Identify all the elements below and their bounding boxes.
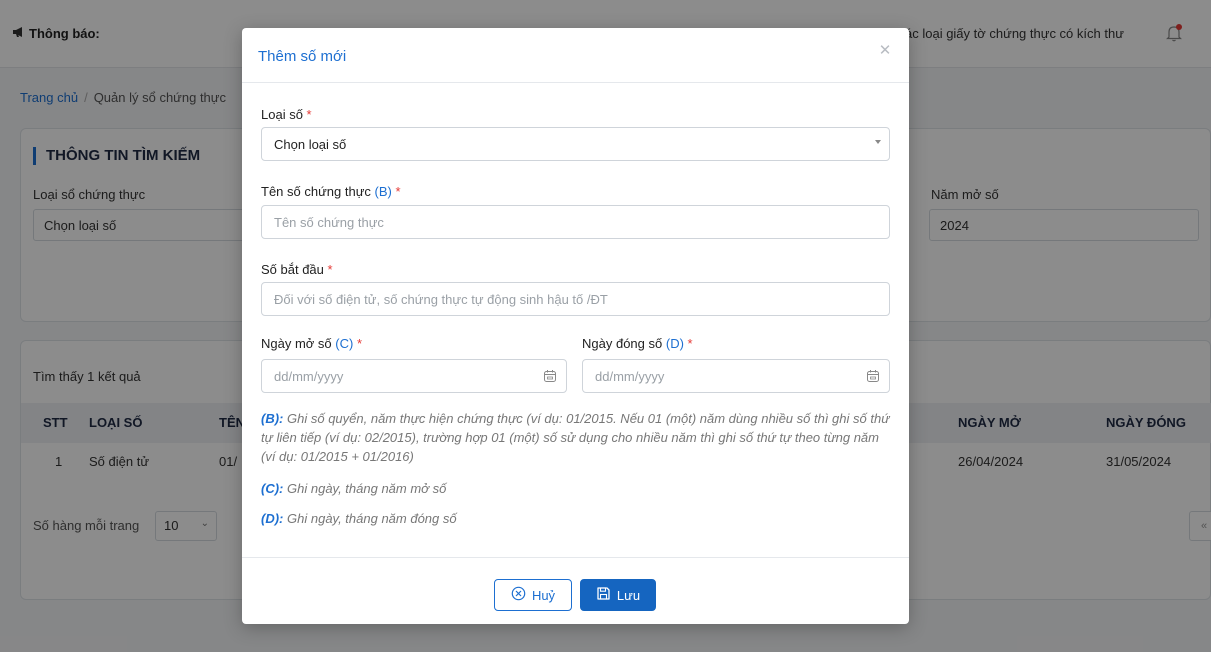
type-field-label: Loại số *: [261, 107, 312, 122]
modal-footer: Huỷ Lưu: [242, 557, 909, 624]
cancel-button[interactable]: Huỷ: [494, 579, 572, 611]
book-name-input[interactable]: [261, 205, 890, 239]
dropdown-caret-icon: [875, 140, 881, 144]
save-icon: [596, 586, 611, 604]
calendar-icon[interactable]: [866, 369, 880, 383]
close-date-input[interactable]: [583, 360, 889, 392]
note-c-key: (C):: [261, 481, 284, 496]
required-mark: *: [395, 184, 401, 199]
ref-d: (D): [665, 336, 684, 351]
note-b-text: Ghi số quyển, năm thực hiện chứng thực (…: [261, 411, 890, 464]
calendar-icon[interactable]: [543, 369, 557, 383]
cancel-circle-icon: [511, 586, 526, 604]
required-mark: *: [356, 336, 363, 351]
start-number-input[interactable]: [261, 282, 890, 316]
required-mark: *: [306, 107, 312, 122]
open-date-input[interactable]: [262, 360, 566, 392]
open-date-label: Ngày mở số (C) *: [261, 336, 363, 351]
ref-b: (B): [374, 184, 392, 199]
required-mark: *: [327, 262, 333, 277]
note-d-key: (D):: [261, 511, 284, 526]
note-c: (C): Ghi ngày, tháng năm mở số: [261, 479, 891, 498]
note-d-text: Ghi ngày, tháng năm đóng số: [287, 511, 457, 526]
start-number-label: Số bắt đầu *: [261, 262, 333, 277]
note-d: (D): Ghi ngày, tháng năm đóng số: [261, 509, 891, 528]
name-field-label: Tên số chứng thực (B) *: [261, 184, 401, 199]
note-b: (B): Ghi số quyển, năm thực hiện chứng t…: [261, 409, 891, 466]
cancel-button-label: Huỷ: [531, 587, 556, 603]
note-b-key: (B):: [261, 411, 284, 426]
close-icon[interactable]: ✕: [876, 42, 894, 60]
close-date-picker[interactable]: [582, 359, 890, 393]
modal-title: Thêm số mới: [258, 48, 347, 65]
book-type-select[interactable]: Chọn loại số: [261, 127, 890, 161]
required-mark: *: [687, 336, 693, 351]
close-date-label: Ngày đóng số (D) *: [582, 336, 693, 351]
save-button[interactable]: Lưu: [580, 579, 656, 611]
modal-header: Thêm số mới ✕: [242, 28, 909, 83]
open-date-picker[interactable]: [261, 359, 567, 393]
add-book-modal: Thêm số mới ✕ Loại số * Chọn loại số Tên…: [242, 28, 909, 624]
save-button-label: Lưu: [616, 587, 641, 603]
note-c-text: Ghi ngày, tháng năm mở số: [287, 481, 447, 496]
ref-c: (C): [335, 336, 354, 351]
